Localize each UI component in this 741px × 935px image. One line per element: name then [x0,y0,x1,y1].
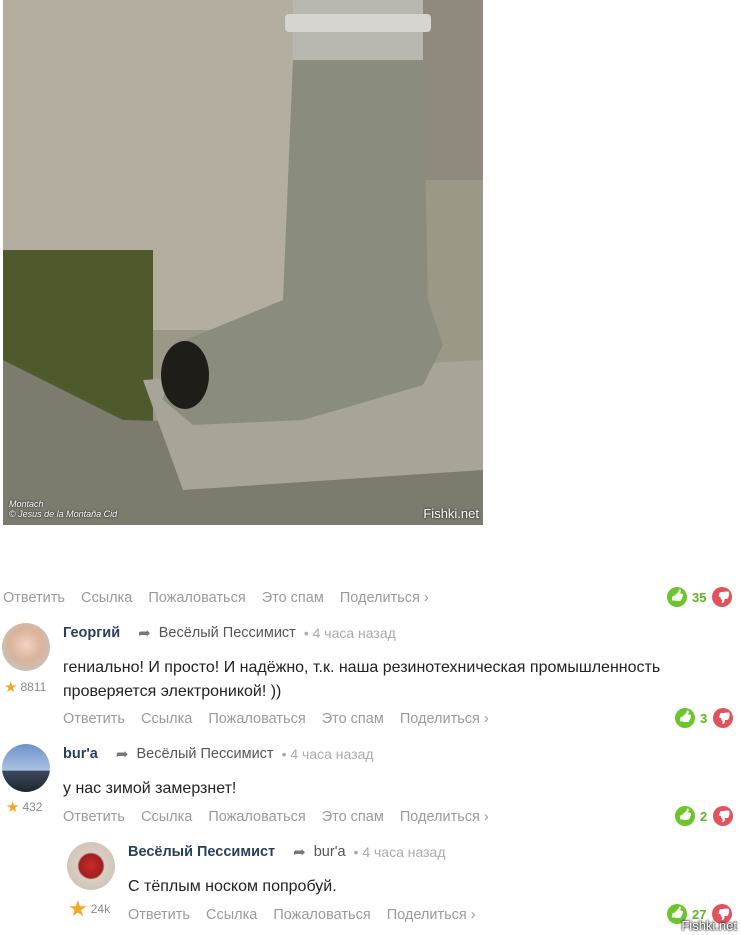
comment-time: • 4 часа назад [353,844,446,860]
share-link[interactable]: Поделиться › [400,809,489,825]
user-rating: ★ 8811 [4,679,47,696]
reply-link[interactable]: Ответить [128,907,190,923]
post-vote: 35 [667,587,733,607]
comment-text: С тёплым носком попробуй. [128,878,337,895]
user-rating: ★ 432 [6,799,43,816]
like-icon[interactable] [667,587,687,607]
spam-link[interactable]: Это спам [262,590,324,606]
reply-link[interactable]: Ответить [63,809,125,825]
user-rating: ★ 24k [68,896,111,921]
comment-author[interactable]: Весёлый Пессимист [128,844,275,860]
reply-to-user[interactable]: Весёлый Пессимист [159,625,296,641]
photo-credit: Montach © Jesus de la Montaña Cid [9,499,118,519]
star-icon: ★ [6,799,20,816]
comment-author[interactable]: Георгий [63,625,120,641]
like-icon[interactable] [675,708,695,728]
spam-link[interactable]: Это спам [322,809,384,825]
comment-time: • 4 часа назад [281,746,374,762]
photo-watermark: Fishki.net [423,506,479,521]
share-link[interactable]: Поделиться › [400,711,489,727]
reply-to-user[interactable]: Весёлый Пессимист [136,746,273,762]
reply-arrow-icon: ➦ [115,746,129,763]
comment-author[interactable]: bur'a [63,746,98,762]
boot-downpipe-photo [3,0,483,525]
permalink-link[interactable]: Ссылка [206,907,257,923]
report-link[interactable]: Пожаловаться [208,809,305,825]
comment-header: Георгий ➦ Весёлый Пессимист • 4 часа наз… [63,624,396,642]
permalink-link[interactable]: Ссылка [141,711,192,727]
like-icon[interactable] [675,806,695,826]
vote-count: 2 [700,808,708,824]
page-watermark: Fishki.net [681,918,737,933]
comment-vote: 2 [675,806,734,826]
comment-header: Весёлый Пессимист ➦ bur'a • 4 часа назад [128,843,446,861]
star-icon: ★ [4,679,18,696]
share-link[interactable]: Поделиться › [340,590,429,606]
post-actions: Ответить Ссылка Пожаловаться Это спам Подели… [3,590,445,606]
comment-text: у нас зимой замерзнет! [63,780,237,797]
reply-arrow-icon: ➦ [293,844,306,861]
star-icon: ★ [68,896,88,921]
reply-link[interactable]: Ответить [3,590,65,606]
comment-time: • 4 часа назад [303,625,396,641]
dislike-icon[interactable] [713,708,734,728]
report-link[interactable]: Пожаловаться [273,907,370,923]
comment-header: bur'a ➦ Весёлый Пессимист • 4 часа назад [63,745,374,763]
reply-link[interactable]: Ответить [63,711,125,727]
permalink-link[interactable]: Ссылка [141,809,192,825]
vote-count: 3 [700,710,708,726]
dislike-icon[interactable] [712,587,733,607]
dislike-icon[interactable] [713,806,734,826]
spam-link[interactable]: Это спам [322,711,384,727]
vote-count: 35 [692,589,707,605]
comment-vote: 3 [675,708,734,728]
post-image[interactable]: Montach © Jesus de la Montaña Cid Fishki.… [3,0,483,525]
comment-actions: Ответить Ссылка Пожаловаться Это спам Подели… [63,711,505,727]
share-link[interactable]: Поделиться › [387,907,476,923]
avatar[interactable] [2,623,50,671]
report-link[interactable]: Пожаловаться [148,590,245,606]
permalink-link[interactable]: Ссылка [81,590,132,606]
reply-arrow-icon: ➦ [138,625,151,642]
comment-actions: Ответить Ссылка Пожаловаться Это спам Подели… [63,809,505,825]
avatar[interactable] [2,744,50,792]
comment-text: гениально! И просто! И надёжно, т.к. наш… [63,659,661,700]
reply-to-user[interactable]: bur'a [314,844,346,860]
report-link[interactable]: Пожаловаться [208,711,305,727]
avatar[interactable] [67,842,115,890]
comment-actions: Ответить Ссылка Пожаловаться Поделиться › [128,907,492,923]
